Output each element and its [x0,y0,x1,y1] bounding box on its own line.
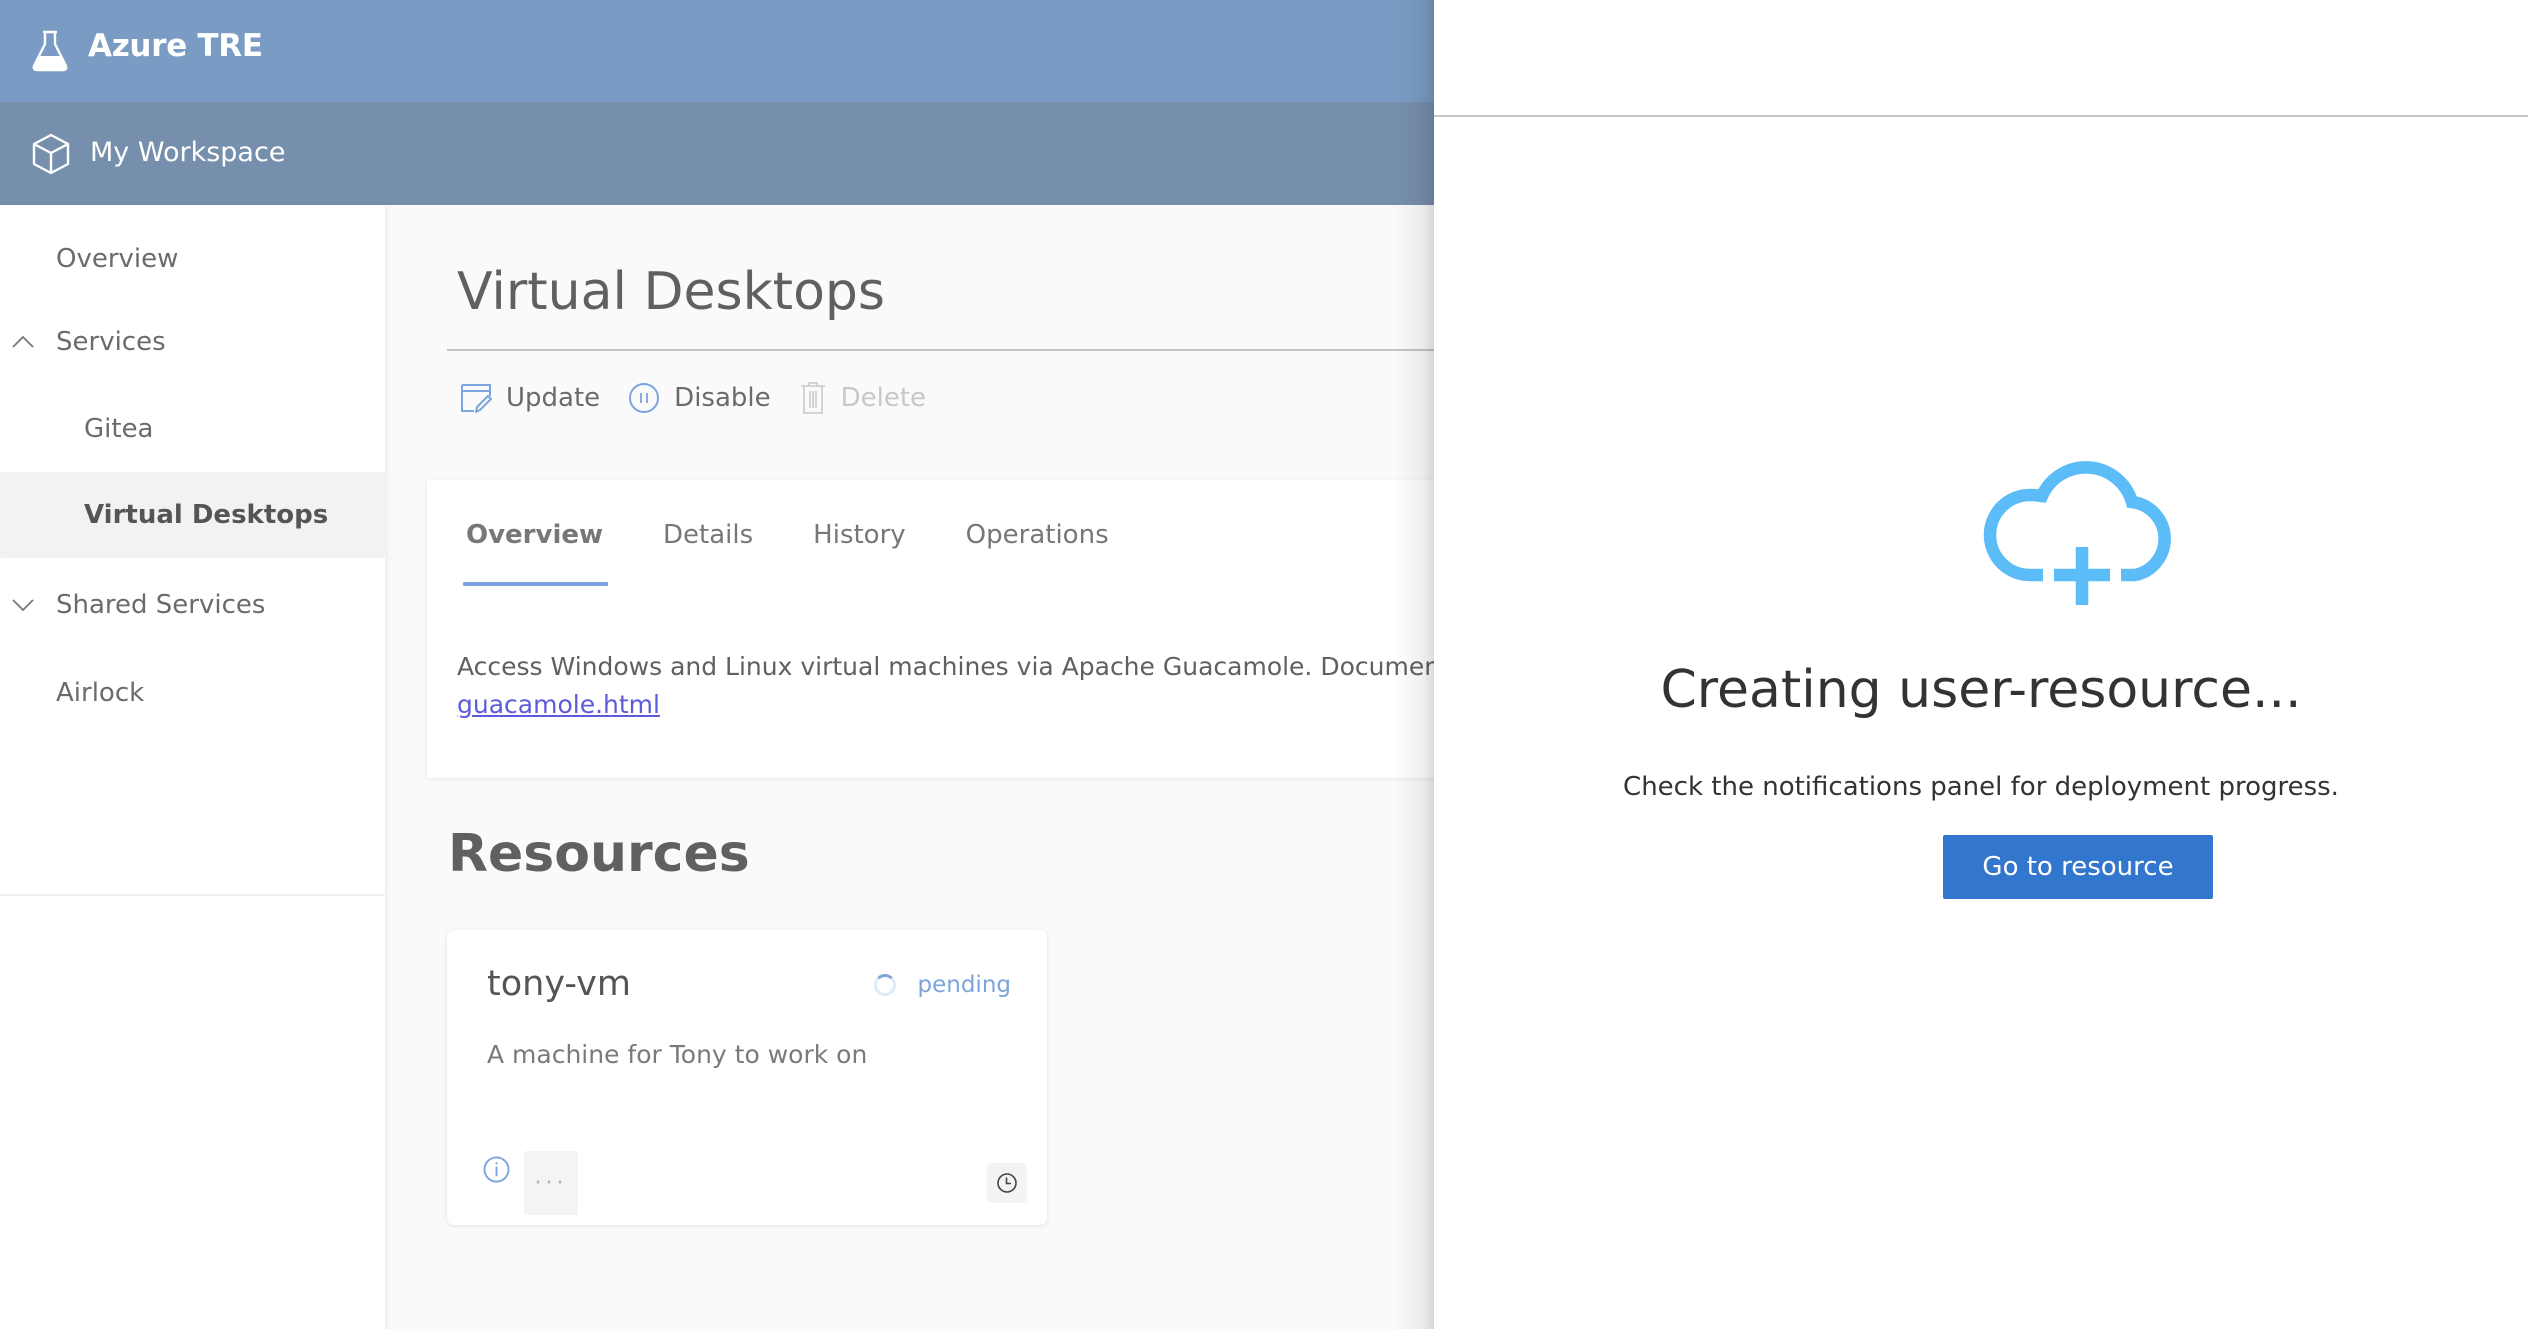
edit-icon [461,384,492,413]
status-text: pending [917,972,1012,998]
sidebar-item-airlock[interactable]: Airlock [0,650,385,736]
sidebar-item-overview[interactable]: Overview [0,216,385,302]
workspace-name[interactable]: My Workspace [90,137,285,168]
panel-subtext: Check the notifications panel for deploy… [1623,772,2339,802]
flask-icon [32,30,68,72]
disable-label: Disable [674,383,771,413]
chevron-up-icon[interactable] [10,329,36,355]
trash-icon [800,382,825,414]
panel-heading: Creating user-resource... [1660,660,2302,720]
sidebar-nav: Overview Services Gitea Virtual Desktops… [0,205,385,896]
panel-overlay-shadow [1394,0,1434,1329]
resource-description: A machine for Tony to work on [487,1040,868,1069]
tab-bar: Overview Details History Operations [463,520,1166,586]
sidebar-item-services[interactable]: Services [0,299,385,385]
sidebar-item-virtual-desktops[interactable]: Virtual Desktops [0,472,385,558]
cloud-add-icon [1983,461,2171,605]
go-to-resource-button[interactable]: Go to resource [1943,835,2213,899]
tab-details[interactable]: Details [660,520,756,586]
resources-heading: Resources [448,824,750,884]
update-button[interactable]: Update [460,382,600,414]
delete-button[interactable]: Delete [799,381,926,415]
update-label: Update [506,383,601,413]
documentation-link[interactable]: guacamole.html [457,686,660,724]
status-badge: pending [873,972,1012,998]
pause-circle-icon [629,383,660,413]
cube-icon [32,133,70,175]
delete-label: Delete [840,383,927,413]
page-title: Virtual Desktops [457,262,885,322]
resource-name: tony-vm [487,964,631,1004]
sidebar-item-shared-services[interactable]: Shared Services [0,562,385,648]
more-options-button[interactable]: ··· [524,1151,578,1215]
chevron-down-icon[interactable] [10,592,36,618]
tab-operations[interactable]: Operations [963,520,1112,586]
resource-card[interactable]: tony-vm pending A machine for Tony to wo… [447,930,1047,1225]
sidebar-item-label: Gitea [84,414,154,444]
clock-icon [997,1173,1017,1193]
spinner-icon [873,974,896,996]
sidebar: Overview Services Gitea Virtual Desktops… [0,205,385,1329]
sidebar-item-label: Services [56,327,166,357]
info-icon[interactable] [483,1156,510,1183]
sidebar-item-label: Airlock [56,678,145,708]
app-title[interactable]: Azure TRE [88,28,263,64]
sidebar-item-label: Virtual Desktops [84,500,329,530]
sidebar-item-label: Shared Services [56,590,266,620]
title-divider [447,349,1437,351]
tab-overview[interactable]: Overview [463,520,609,586]
sidebar-item-label: Overview [56,244,179,274]
service-description: Access Windows and Linux virtual machine… [457,652,1466,681]
history-button[interactable] [987,1163,1027,1203]
action-bar: Update Disable Delete [460,376,954,420]
panel-header-divider [1434,115,2528,117]
create-resource-panel: Creating user-resource... Check the noti… [1434,0,2528,1329]
overview-card: Overview Details History Operations Acce… [427,480,1527,778]
disable-button[interactable]: Disable [628,382,771,414]
tab-history[interactable]: History [810,520,909,586]
sidebar-item-gitea[interactable]: Gitea [0,386,385,472]
